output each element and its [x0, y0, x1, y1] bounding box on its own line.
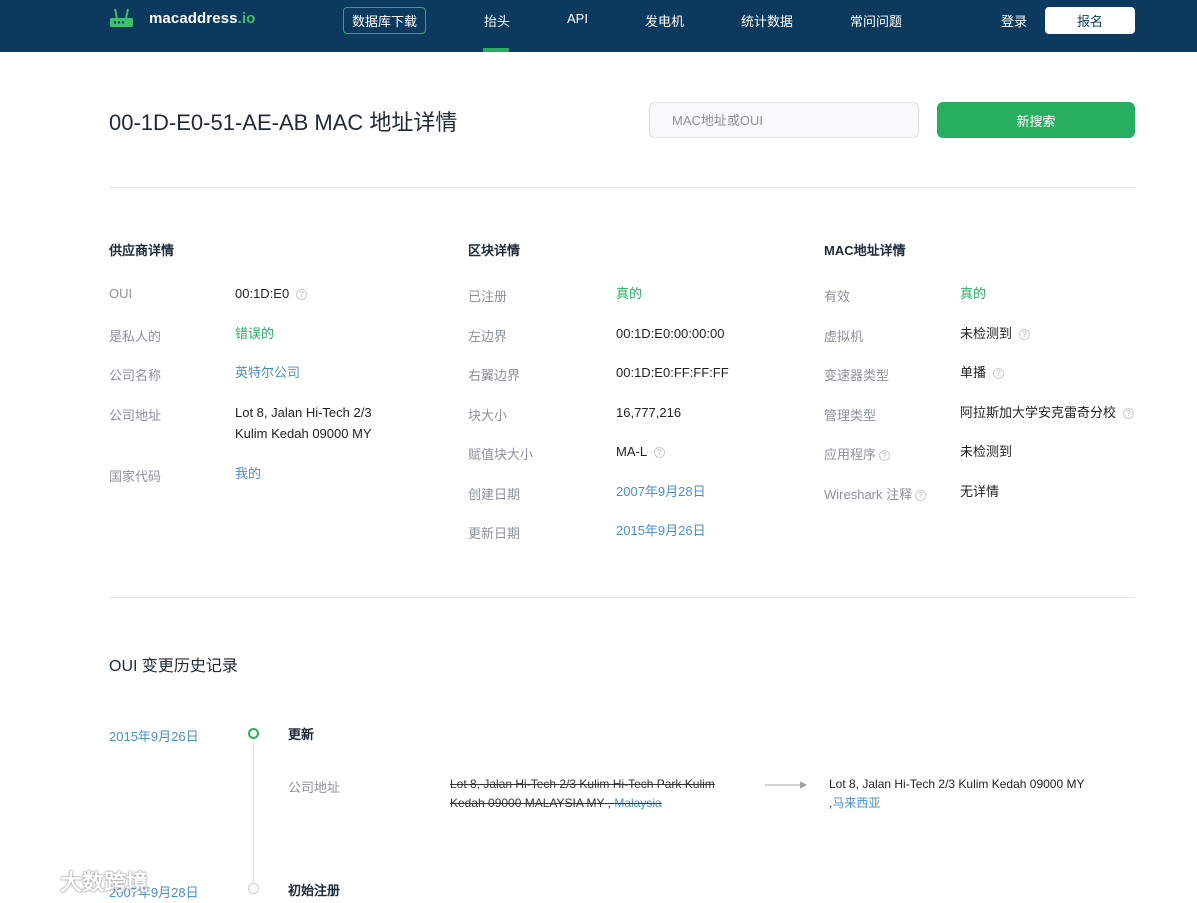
administration-type-value: 阿拉斯加大学安克雷奇分校?	[960, 402, 1135, 423]
transmission-type-label: 变速器类型	[824, 368, 890, 383]
nav-faq[interactable]: 常问问题	[850, 11, 902, 30]
history-field-label: 公司地址	[288, 780, 341, 795]
divider	[109, 187, 1135, 188]
history-old-value: Lot 8, Jalan Hi-Tech 2/3 Kulim Hi-Tech P…	[450, 777, 715, 810]
virtual-machine-value: 未检测到?	[960, 323, 1031, 344]
assignment-size-value: MA-L?	[616, 441, 666, 462]
registered-value: 真的	[616, 286, 643, 301]
application-label: 应用程序?	[824, 444, 891, 463]
wireshark-notes-value: 无详情	[960, 484, 1000, 499]
private-label: 是私人的	[109, 329, 162, 344]
left-border-label: 左边界	[468, 329, 508, 344]
virtual-machine-label: 虚拟机	[824, 329, 864, 344]
country-code-label: 国家代码	[109, 469, 162, 484]
block-details-title: 区块详情	[468, 243, 521, 258]
block-size-value: 16,777,216	[616, 405, 682, 420]
arrow-right-icon	[765, 781, 807, 789]
help-icon[interactable]: ?	[915, 490, 927, 502]
watermark-text: 大数跨境	[60, 870, 149, 895]
transmission-type-value: 单播?	[960, 362, 1005, 383]
timeline-dot	[248, 883, 259, 894]
assignment-size-label: 赋值块大小	[468, 447, 534, 462]
nav-generator[interactable]: 发电机	[645, 11, 684, 30]
logo-text: macaddress.io	[149, 9, 256, 27]
oui-history-title: OUI 变更历史记录	[109, 658, 238, 675]
timeline-line	[253, 740, 254, 885]
company-address-line1: Lot 8, Jalan Hi-Tech 2/3	[235, 405, 372, 420]
left-border-value: 00:1D:E0:00:00:00	[616, 326, 725, 341]
database-download-button[interactable]: 数据库下载	[343, 7, 426, 34]
nav-statistics[interactable]: 统计数据	[741, 11, 793, 30]
wireshark-notes-label: Wireshark 注释?	[824, 484, 927, 503]
valid-value: 真的	[960, 286, 987, 301]
help-icon[interactable]: ?	[879, 450, 891, 462]
help-icon[interactable]: ?	[296, 289, 308, 301]
watermark: 大数跨境	[8, 865, 148, 897]
router-icon	[110, 8, 133, 27]
application-value: 未检测到	[960, 444, 1013, 459]
history-new-value: Lot 8, Jalan Hi-Tech 2/3 Kulim Kedah 090…	[829, 777, 1085, 810]
valid-label: 有效	[824, 289, 851, 304]
nav-active-indicator	[483, 48, 509, 52]
oui-value: 00:1D:E0?	[235, 283, 308, 304]
administration-type-label: 管理类型	[824, 408, 877, 423]
new-search-button[interactable]: 新搜索	[937, 102, 1135, 138]
company-name-link[interactable]: 英特尔公司	[235, 362, 300, 383]
nav-api[interactable]: API	[567, 11, 588, 26]
created-date-label: 创建日期	[468, 487, 521, 502]
signup-button[interactable]: 报名	[1045, 7, 1135, 34]
help-icon[interactable]: ?	[993, 368, 1005, 380]
watermark-logo-icon	[10, 868, 52, 892]
help-icon[interactable]: ?	[654, 447, 666, 459]
right-border-value: 00:1D:E0:FF:FF:FF	[616, 365, 729, 380]
right-border-label: 右翼边界	[468, 368, 521, 383]
updated-date-value[interactable]: 2015年9月26日	[616, 520, 706, 541]
nav-home[interactable]: 抬头	[484, 11, 510, 30]
registered-label: 已注册	[468, 289, 508, 304]
search-input[interactable]	[649, 102, 919, 138]
timeline-dot	[248, 728, 259, 739]
help-icon[interactable]: ?	[1123, 408, 1135, 420]
history-event: 更新	[288, 727, 315, 742]
logo[interactable]: macaddress.io	[109, 7, 255, 29]
page-title: 00-1D-E0-51-AE-AB MAC 地址详情	[109, 110, 458, 135]
top-navbar: macaddress.io 数据库下载 抬头 API 发电机 统计数据 常问问题…	[0, 0, 1197, 52]
created-date-value[interactable]: 2007年9月28日	[616, 481, 706, 502]
history-date[interactable]: 2015年9月26日	[109, 726, 199, 745]
mac-details-title: MAC地址详情	[824, 243, 906, 258]
country-code-link[interactable]: 我的	[235, 463, 261, 484]
updated-date-label: 更新日期	[468, 526, 521, 541]
block-size-label: 块大小	[468, 408, 508, 423]
private-value: 错误的	[235, 326, 275, 341]
divider	[109, 597, 1135, 598]
login-link[interactable]: 登录	[1001, 11, 1027, 30]
help-icon[interactable]: ?	[1019, 329, 1031, 341]
company-name-label: 公司名称	[109, 368, 162, 383]
vendor-details-title: 供应商详情	[109, 243, 175, 258]
company-address-label: 公司地址	[109, 408, 162, 423]
history-event: 初始注册	[288, 883, 341, 898]
company-address-line2: Kulim Kedah 09000 MY	[235, 426, 372, 441]
oui-label: OUI	[109, 286, 133, 301]
